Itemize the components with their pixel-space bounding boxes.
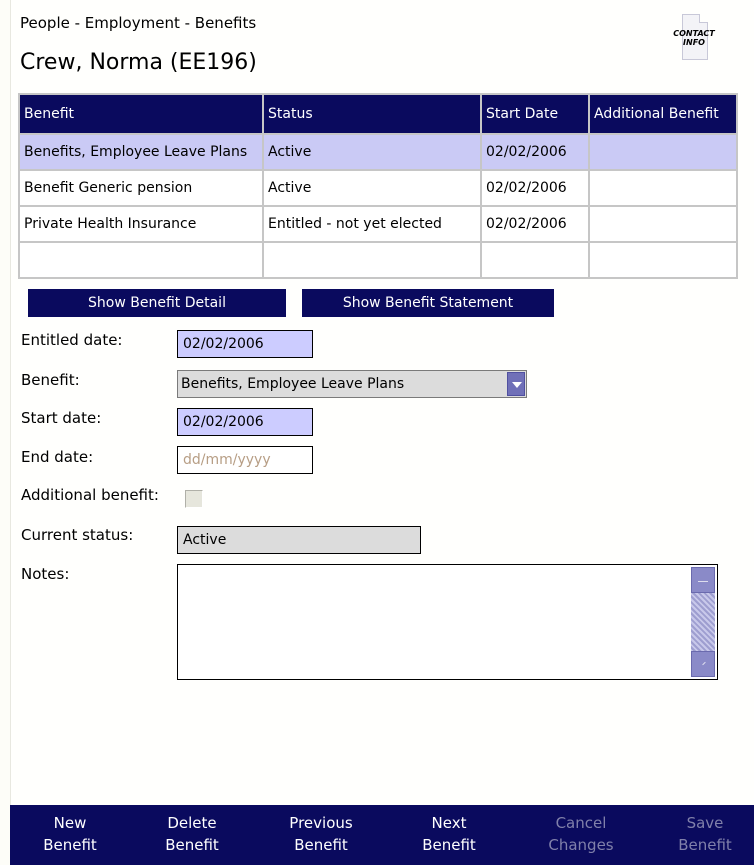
next-benefit-label-2: Benefit	[422, 836, 476, 854]
table-row[interactable]: Private Health Insurance Entitled - not …	[18, 205, 738, 243]
cell-additional-benefit[interactable]	[588, 169, 738, 207]
scroll-up-icon[interactable]	[691, 567, 715, 593]
new-benefit-label-1: New	[53, 814, 87, 832]
previous-benefit-label-1: Previous	[289, 814, 353, 832]
column-header-status[interactable]: Status	[262, 93, 482, 135]
new-benefit-label-2: Benefit	[43, 836, 97, 854]
table-header-row: Benefit Status Start Date Additional Ben…	[18, 93, 738, 135]
bottom-toolbar	[10, 805, 754, 865]
table-row[interactable]: Benefit Generic pension Active 02/02/200…	[18, 169, 738, 207]
cell-status[interactable]: Active	[262, 133, 482, 171]
benefit-select-value: Benefits, Employee Leave Plans	[181, 376, 405, 392]
previous-benefit-label-2: Benefit	[294, 836, 348, 854]
delete-benefit-button[interactable]: Delete Benefit	[147, 812, 237, 856]
cell-start-date[interactable]	[480, 241, 590, 279]
page-title: Crew, Norma (EE196)	[20, 50, 257, 75]
show-benefit-statement-button[interactable]: Show Benefit Statement	[302, 289, 554, 317]
cell-benefit[interactable]	[18, 241, 264, 279]
column-header-additional-benefit[interactable]: Additional Benefit	[588, 93, 738, 135]
next-benefit-label-1: Next	[431, 814, 467, 832]
scroll-down-icon[interactable]	[691, 651, 715, 677]
cell-start-date[interactable]: 02/02/2006	[480, 169, 590, 207]
cell-additional-benefit[interactable]	[588, 205, 738, 243]
additional-benefit-label: Additional benefit:	[21, 486, 159, 504]
column-header-start-date[interactable]: Start Date	[480, 93, 590, 135]
next-benefit-button[interactable]: Next Benefit	[404, 812, 494, 856]
start-date-field[interactable]: 02/02/2006	[177, 408, 313, 436]
contact-info-button[interactable]: CONTACT INFO	[672, 12, 716, 62]
delete-benefit-label-1: Delete	[167, 814, 217, 832]
entitled-date-field[interactable]: 02/02/2006	[177, 330, 313, 358]
cell-status[interactable]	[262, 241, 482, 279]
notes-textarea[interactable]	[177, 564, 718, 680]
entitled-date-label: Entitled date:	[21, 331, 123, 349]
table-row[interactable]	[18, 241, 738, 279]
previous-benefit-button[interactable]: Previous Benefit	[276, 812, 366, 856]
current-status-label: Current status:	[21, 526, 134, 544]
breadcrumb: People - Employment - Benefits	[20, 14, 257, 32]
current-status-field: Active	[177, 526, 421, 554]
notes-scrollbar[interactable]	[691, 567, 715, 677]
show-benefit-detail-button[interactable]: Show Benefit Detail	[28, 289, 286, 317]
cell-additional-benefit[interactable]	[588, 133, 738, 171]
start-date-label: Start date:	[21, 409, 102, 427]
contact-info-label-1: CONTACT	[673, 29, 715, 38]
cell-start-date[interactable]: 02/02/2006	[480, 205, 590, 243]
benefit-select[interactable]: Benefits, Employee Leave Plans	[177, 370, 527, 398]
new-benefit-button[interactable]: New Benefit	[25, 812, 115, 856]
cancel-changes-button: Cancel Changes	[536, 812, 626, 856]
benefits-table: Benefit Status Start Date Additional Ben…	[18, 93, 738, 279]
cancel-changes-label-1: Cancel	[555, 814, 607, 832]
cell-status[interactable]: Active	[262, 169, 482, 207]
cell-benefit[interactable]: Private Health Insurance	[18, 205, 264, 243]
save-benefit-label-1: Save	[686, 814, 724, 832]
notes-label: Notes:	[21, 565, 70, 583]
benefit-label: Benefit:	[21, 371, 80, 389]
column-header-benefit[interactable]: Benefit	[18, 93, 264, 135]
additional-benefit-checkbox[interactable]	[185, 490, 203, 508]
end-date-field[interactable]: dd/mm/yyyy	[177, 446, 313, 474]
cell-benefit[interactable]: Benefit Generic pension	[18, 169, 264, 207]
cell-status[interactable]: Entitled - not yet elected	[262, 205, 482, 243]
cell-benefit[interactable]: Benefits, Employee Leave Plans	[18, 133, 264, 171]
cell-start-date[interactable]: 02/02/2006	[480, 133, 590, 171]
table-row[interactable]: Benefits, Employee Leave Plans Active 02…	[18, 133, 738, 171]
delete-benefit-label-2: Benefit	[165, 836, 219, 854]
save-benefit-label-2: Benefit	[678, 836, 732, 854]
contact-info-label-2: INFO	[683, 38, 705, 47]
cell-additional-benefit[interactable]	[588, 241, 738, 279]
end-date-label: End date:	[21, 448, 94, 466]
save-benefit-button: Save Benefit	[660, 812, 750, 856]
chevron-down-icon[interactable]	[507, 372, 525, 396]
cancel-changes-label-2: Changes	[548, 836, 614, 854]
